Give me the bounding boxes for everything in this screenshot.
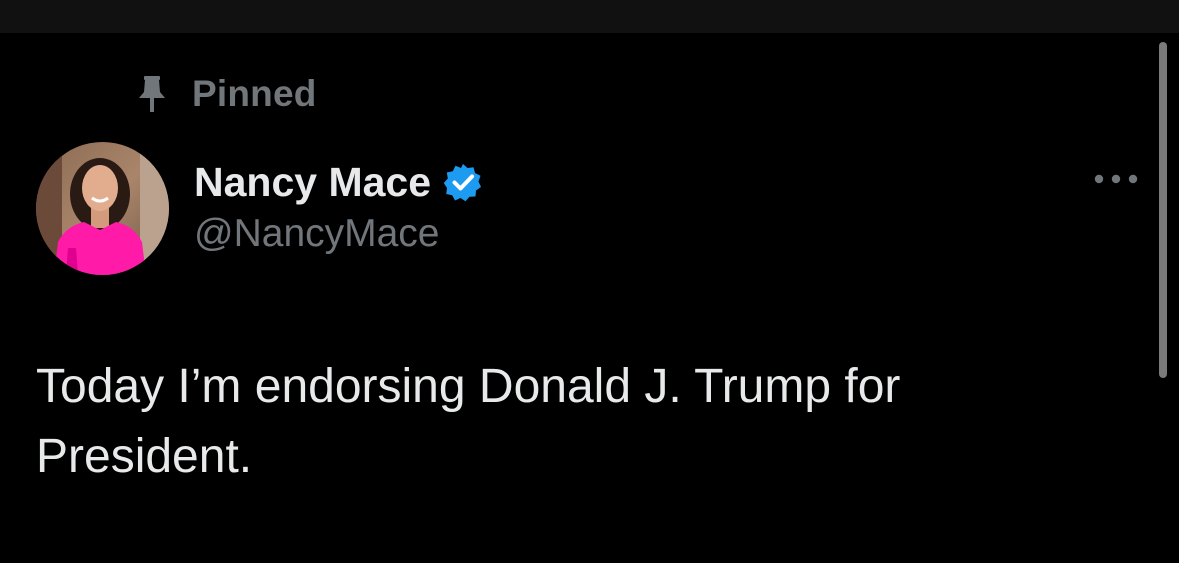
top-bar: [0, 0, 1179, 33]
more-options-button[interactable]: [1088, 164, 1144, 198]
pinned-label: Pinned: [192, 73, 317, 114]
scrollbar-thumb[interactable]: [1159, 42, 1167, 378]
author-display-name[interactable]: Nancy Mace: [194, 159, 431, 206]
author-name-row[interactable]: Nancy Mace: [194, 156, 483, 208]
pinned-indicator: Pinned: [136, 72, 317, 116]
tweet-text: Today I’m endorsing Donald J. Trump for …: [36, 360, 901, 483]
author-avatar[interactable]: [36, 142, 169, 275]
pin-icon: [136, 74, 168, 114]
more-options-icon: [1091, 172, 1141, 190]
verified-badge-icon[interactable]: [443, 162, 483, 202]
author-handle[interactable]: @NancyMace: [194, 212, 440, 256]
